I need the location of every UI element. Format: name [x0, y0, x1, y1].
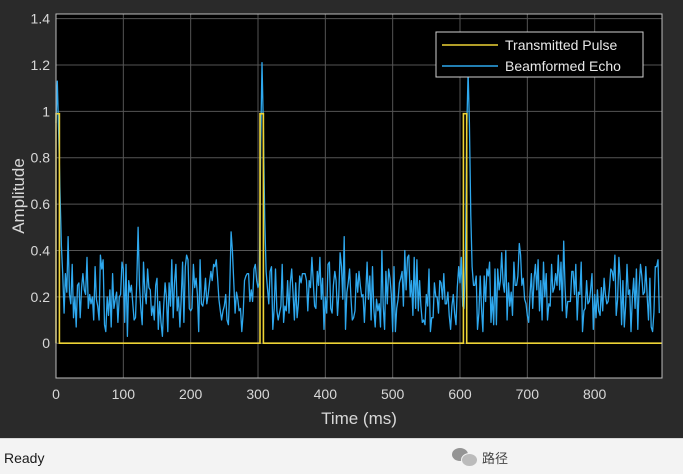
- wechat-icon: [452, 448, 478, 467]
- x-tick-label: 200: [179, 386, 203, 402]
- x-tick-label: 0: [52, 386, 60, 402]
- watermark-text: 路径: [482, 451, 509, 467]
- status-text: Ready: [4, 450, 45, 466]
- status-bar: Ready 路径: [0, 438, 683, 474]
- y-tick-label: 0: [42, 335, 50, 351]
- legend-label-beamformed-echo: Beamformed Echo: [505, 58, 621, 74]
- y-tick-label: 0.6: [31, 196, 51, 212]
- x-tick-label: 400: [314, 386, 338, 402]
- legend-label-transmitted-pulse: Transmitted Pulse: [505, 37, 618, 53]
- y-tick-label: 0.4: [31, 242, 51, 258]
- watermark: 路径: [452, 445, 508, 469]
- x-tick-label: 700: [516, 386, 540, 402]
- y-tick-label: 0.2: [31, 289, 51, 305]
- x-tick-label: 100: [112, 386, 136, 402]
- x-tick-label: 600: [448, 386, 472, 402]
- x-axis-label: Time (ms): [321, 409, 397, 428]
- y-tick-label: 1: [42, 103, 50, 119]
- legend: Transmitted Pulse Beamformed Echo: [435, 31, 644, 78]
- x-tick-label: 300: [246, 386, 270, 402]
- x-tick-label: 800: [583, 386, 607, 402]
- y-tick-label: 1.2: [31, 57, 51, 73]
- y-tick-label: 0.8: [31, 150, 51, 166]
- y-tick-label: 1.4: [31, 11, 51, 27]
- x-tick-label: 500: [381, 386, 405, 402]
- figure-window: 0 100 200 300 400 500 600 700 800 0 0.2 0.4 0.6 0.8 1 1…: [0, 0, 683, 438]
- amplitude-chart: 0 100 200 300 400 500 600 700 800 0 0.2 0.4 0.6 0.8 1 1…: [9, 11, 663, 428]
- y-axis-label: Amplitude: [9, 158, 28, 234]
